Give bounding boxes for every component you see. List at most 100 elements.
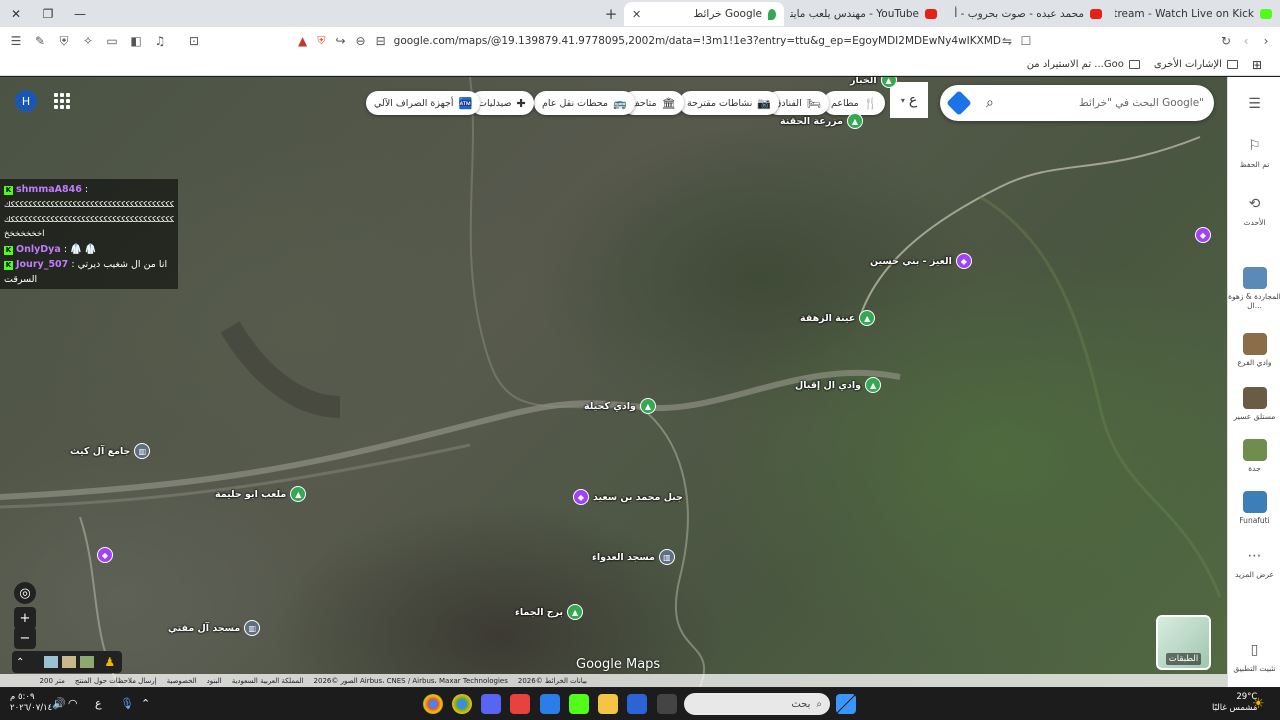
kick-app-icon[interactable] bbox=[569, 694, 589, 714]
install-app-button[interactable]: ▯ تثبيت التطبيق bbox=[1228, 639, 1280, 674]
layer-thumb[interactable] bbox=[80, 656, 95, 668]
tab-youtube-minecraft[interactable]: (31) مهندس يلعب مايتكرافت - YouTube bbox=[790, 2, 945, 26]
capcut-icon[interactable] bbox=[510, 694, 530, 714]
bookmark-folder-other[interactable]: الإشارات الأخرى bbox=[1154, 59, 1238, 70]
satellite-map[interactable]: H ⌕ البحث في "خرائط Google" ▾ ع مطاعم 🍴 ا… bbox=[0, 77, 1227, 687]
close-window-icon[interactable]: ✕ bbox=[0, 0, 32, 27]
wallet-icon[interactable]: ▭ bbox=[102, 31, 122, 51]
place-marker[interactable]: ▥ مسجد آل مفتي bbox=[168, 620, 261, 636]
file-explorer-icon[interactable] bbox=[598, 694, 618, 714]
place-marker[interactable]: ▲ مزرعة الحقنة bbox=[780, 113, 863, 129]
chip-restaurants[interactable]: مطاعم 🍴 bbox=[823, 91, 886, 115]
chat-username: shmmaA846 bbox=[16, 184, 82, 195]
discord-icon[interactable] bbox=[481, 694, 501, 714]
show-more-button[interactable]: ⋯ عرض المزيد bbox=[1228, 545, 1280, 580]
chip-atms[interactable]: أجهزة الصراف الآلي 🏧 bbox=[366, 91, 481, 115]
expand-up-icon[interactable]: ⌃ bbox=[16, 657, 24, 668]
tab-youtube-mohammed-abdu[interactable]: (31) محمد عبده - صوت بحروب - أليوم bbox=[955, 2, 1110, 26]
sidebar-icon[interactable]: ◧ bbox=[126, 31, 146, 51]
zoom-icon[interactable]: ⊖ bbox=[356, 34, 366, 48]
brave-rewards-icon[interactable]: ▲ bbox=[298, 34, 307, 48]
microphone-icon[interactable]: 🎙 bbox=[120, 697, 134, 710]
taskbar-search[interactable]: بحث ⌕ bbox=[684, 693, 830, 715]
place-marker[interactable]: ▥ مسجد العدواء bbox=[592, 549, 675, 565]
privacy-link[interactable]: الخصوصية bbox=[167, 677, 197, 685]
place-marker[interactable]: ▲ برج الجماء bbox=[515, 604, 584, 620]
place-marker[interactable]: ◆ العيز - بني حسين bbox=[870, 253, 972, 269]
settings-tune-icon[interactable]: ⇋ bbox=[1002, 34, 1012, 48]
place-marker[interactable]: ▲ الخبار bbox=[850, 77, 897, 88]
place-marker[interactable]: ▲ وادي ال إقبال bbox=[795, 377, 882, 393]
my-location-icon[interactable]: ◎ bbox=[14, 582, 36, 604]
show-hidden-icons-icon[interactable]: ⌃ bbox=[141, 697, 150, 710]
extension-icon[interactable]: ✎ bbox=[30, 31, 50, 51]
layer-thumb[interactable] bbox=[62, 656, 77, 668]
search-input[interactable]: البحث في "خرائط Google" bbox=[994, 97, 1204, 109]
terms-link[interactable]: البنود bbox=[207, 677, 222, 685]
place-marker[interactable]: ▲ وادي كحيلة bbox=[584, 398, 656, 414]
feedback-link[interactable]: إرسال ملاحظات حول المنتج bbox=[75, 677, 157, 685]
google-apps-icon[interactable] bbox=[54, 93, 70, 109]
zoom-in-button[interactable]: + bbox=[14, 607, 36, 629]
weather-widget[interactable]: 29°C مشمس غالبًا bbox=[1212, 692, 1257, 714]
search-icon[interactable]: ⌕ bbox=[986, 95, 994, 111]
reload-icon[interactable]: ↻ bbox=[1216, 31, 1236, 51]
app-icon[interactable] bbox=[540, 694, 560, 714]
tab-kick-mojito[interactable]: Mojito Stream - Watch Live on Kick bbox=[1115, 2, 1280, 26]
forward-icon[interactable]: ‹ bbox=[1236, 31, 1256, 51]
microsoft-store-icon[interactable] bbox=[627, 694, 647, 714]
maps-search-box[interactable]: ⌕ البحث في "خرائط Google" bbox=[940, 85, 1214, 121]
restore-window-icon[interactable]: ❐ bbox=[32, 0, 64, 27]
address-bar[interactable]: ▲ ⛨ ↪ ⊖ ⊟ google.com/maps/@19.139879.41.… bbox=[290, 29, 1020, 52]
tab-close-icon[interactable]: ✕ bbox=[632, 8, 641, 21]
pegman-icon[interactable]: ♟ bbox=[104, 655, 115, 669]
new-tab-button[interactable]: + bbox=[598, 0, 624, 27]
place-marker[interactable]: ▲ ملعب ابو حليمة bbox=[215, 486, 307, 502]
apps-grid-icon[interactable]: ⊞ bbox=[1252, 58, 1262, 72]
share-icon[interactable]: ↪ bbox=[335, 34, 345, 48]
input-language[interactable]: ع bbox=[95, 697, 102, 710]
bookmark-icon[interactable]: ☐ bbox=[1016, 31, 1036, 51]
recent-place-item[interactable]: Funafuti bbox=[1228, 491, 1280, 525]
recent-button[interactable]: ⟲ الأحدث bbox=[1228, 193, 1280, 228]
screenshot-icon[interactable]: ⊡ bbox=[184, 31, 204, 51]
brave-shield-icon[interactable]: ⛨ bbox=[317, 34, 325, 48]
layer-thumb[interactable] bbox=[44, 656, 59, 668]
zoom-out-button[interactable]: − bbox=[14, 627, 36, 649]
system-clock[interactable]: ٥:٠٩ م ٢٠٢٦/٠٧/١٤ bbox=[10, 692, 52, 714]
chip-label: مطاعم bbox=[831, 97, 859, 109]
place-marker[interactable]: ▥ جامع آل كيث bbox=[70, 443, 151, 459]
hamburger-menu-icon[interactable]: ☰ bbox=[1228, 93, 1280, 118]
saved-button[interactable]: ⚐ تم الحفظ bbox=[1228, 135, 1280, 170]
speaker-icon[interactable]: 🔊 bbox=[52, 697, 66, 710]
chrome-icon[interactable] bbox=[423, 694, 443, 714]
place-marker[interactable]: ▲ عينة الزهقة bbox=[800, 310, 876, 326]
wifi-icon[interactable]: ◠ bbox=[68, 697, 78, 710]
recent-place-item[interactable]: جدة bbox=[1228, 439, 1280, 473]
recent-place-item[interactable]: مستلق عسير bbox=[1228, 387, 1280, 421]
place-thumbnail bbox=[1242, 267, 1267, 289]
puzzle-icon[interactable]: ✧ bbox=[78, 31, 98, 51]
directions-icon[interactable] bbox=[946, 90, 972, 116]
tab-google-maps[interactable]: ✕ خرائط Google bbox=[624, 2, 784, 26]
chrome-profile-icon[interactable] bbox=[452, 694, 472, 714]
back-icon[interactable]: › bbox=[1256, 31, 1276, 51]
place-marker[interactable]: ◆ bbox=[1191, 227, 1211, 243]
place-marker[interactable]: ◆ جبل محمد بن سعيد bbox=[573, 489, 683, 505]
shield-icon[interactable]: ⛨ bbox=[54, 31, 74, 51]
minimize-window-icon[interactable]: — bbox=[64, 0, 96, 27]
menu-icon[interactable]: ☰ bbox=[6, 31, 26, 51]
recent-place-item[interactable]: المجاردة & زهوة ال... bbox=[1228, 267, 1280, 310]
chip-transit[interactable]: محطات نقل عام 🚌 bbox=[534, 91, 635, 115]
music-icon[interactable]: ♫ bbox=[150, 31, 170, 51]
account-avatar[interactable]: H bbox=[15, 90, 37, 112]
recent-place-item[interactable]: وادي الفرع bbox=[1228, 333, 1280, 367]
bookmark-folder-imported[interactable]: تم الاستيراد من ...Goo bbox=[1027, 59, 1140, 70]
chip-things-to-do[interactable]: نشاطات مقترحة 📷 bbox=[679, 91, 780, 115]
site-info-icon[interactable]: ⊟ bbox=[376, 34, 386, 48]
task-view-icon[interactable] bbox=[657, 694, 677, 714]
windows-start-icon[interactable] bbox=[836, 694, 856, 714]
layers-button[interactable]: الطبقات bbox=[1156, 615, 1211, 670]
place-marker[interactable]: ◆ bbox=[93, 547, 113, 563]
map-type-minibar[interactable]: ⌃ ♟ bbox=[12, 651, 122, 673]
